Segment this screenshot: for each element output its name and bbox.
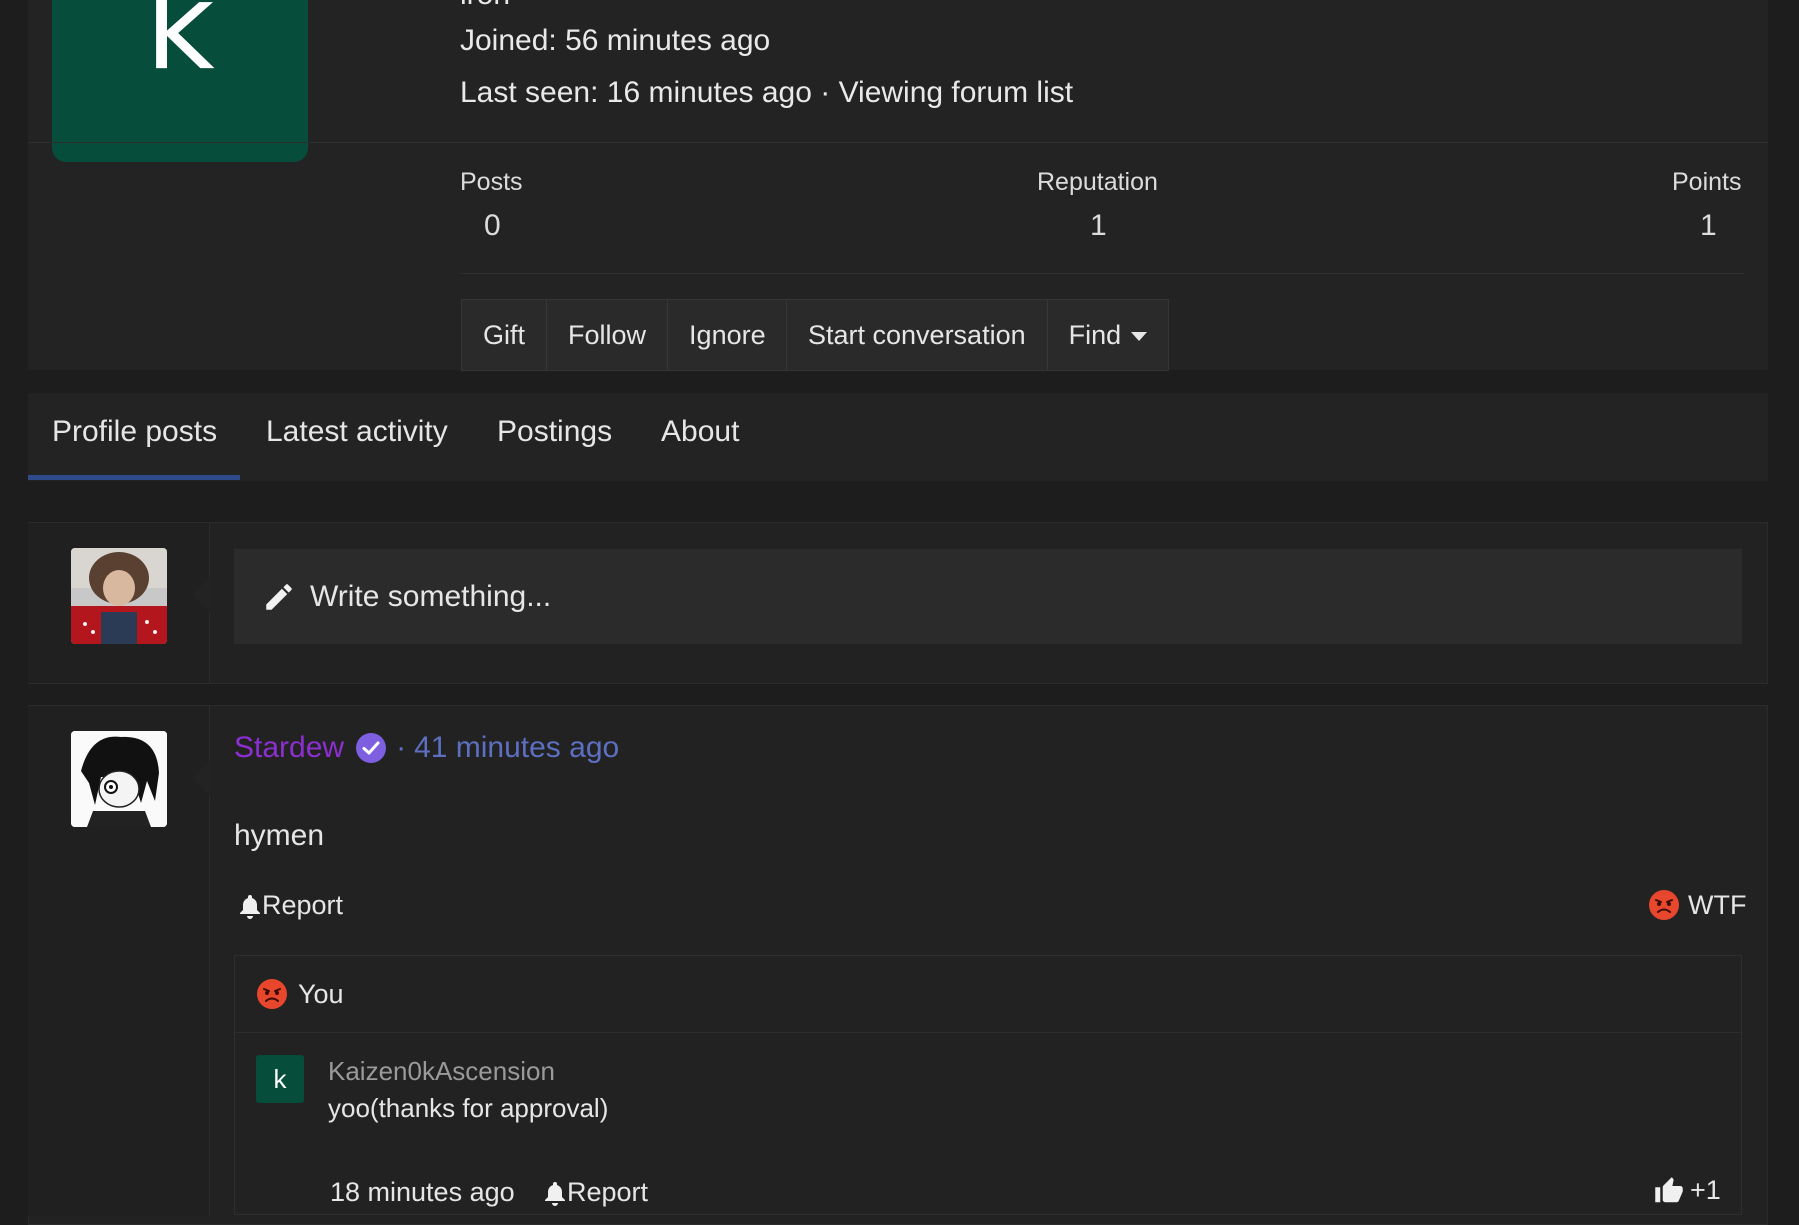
report-label: Report [262, 890, 344, 920]
stat-points-value[interactable]: 1 [1700, 209, 1717, 243]
post-time-link[interactable]: 41 minutes ago [414, 731, 619, 765]
thumbs-up-icon [1655, 1176, 1683, 1202]
profile-avatar[interactable]: k [52, 0, 308, 162]
follow-button[interactable]: Follow [547, 300, 669, 370]
post-reaction-button[interactable]: WTF [1648, 889, 1746, 921]
report-label: Report [567, 1177, 649, 1207]
reaction-label: WTF [1688, 889, 1747, 920]
find-label: Find [1068, 319, 1122, 350]
reaction-list-label: You [298, 978, 344, 1009]
post-author-link[interactable]: Stardew [234, 731, 344, 765]
stat-points-label: Points [1672, 168, 1742, 196]
reaction-list[interactable]: You [256, 978, 344, 1010]
stat-reputation-label: Reputation [1037, 168, 1158, 196]
find-button[interactable]: Find [1048, 300, 1169, 370]
write-something-input[interactable]: Write something... [234, 549, 1742, 644]
comment-like-button[interactable]: +1 [1654, 1175, 1721, 1206]
divider [460, 273, 1744, 274]
avatar-letter: k [145, 0, 215, 97]
post-separator: · [396, 731, 407, 764]
start-conversation-button[interactable]: Start conversation [787, 300, 1048, 370]
user-photo [71, 548, 167, 644]
reaction-list-bar[interactable] [234, 955, 1742, 1033]
like-count: +1 [1690, 1175, 1721, 1205]
composer-arrow [192, 577, 210, 613]
last-seen-info: Last seen: 16 minutes ago · Viewing foru… [460, 76, 1073, 110]
chevron-down-icon [1131, 332, 1148, 341]
comment-time-link[interactable]: 18 minutes ago [330, 1177, 515, 1208]
comment-report-link[interactable]: Report [543, 1177, 648, 1208]
profile-actions-group: Gift Follow Ignore [461, 299, 788, 371]
tab-postings[interactable]: Postings [497, 415, 612, 449]
post-message: hymen [234, 819, 325, 852]
joined-info: Joined: 56 minutes ago [460, 24, 771, 57]
divider [28, 142, 1768, 143]
post-arrow [192, 760, 210, 796]
author-drawing [71, 731, 167, 827]
verified-badge-icon [356, 733, 387, 763]
profile-actions-group-2: Start conversation Find [786, 299, 1170, 371]
write-something-placeholder: Write something... [310, 579, 552, 613]
tab-about[interactable]: About [661, 415, 739, 449]
current-user-avatar[interactable] [71, 548, 167, 644]
pencil-icon [266, 583, 292, 610]
comment-text: yoo(thanks for approval) [328, 1093, 609, 1123]
profile-cut-text: iron [460, 0, 510, 12]
post-author-avatar[interactable] [71, 731, 167, 827]
active-tab-indicator [28, 475, 240, 480]
post-report-link[interactable]: Report [238, 890, 343, 921]
comment-author-link[interactable]: Kaizen0kAscension [328, 1056, 555, 1087]
comment-author-avatar[interactable]: k [256, 1055, 304, 1103]
post-header: Stardew · 41 minutes ago [234, 731, 619, 765]
stat-posts-value[interactable]: 0 [484, 209, 501, 243]
ignore-button[interactable]: Ignore [668, 300, 787, 370]
angry-face-icon [257, 979, 287, 1009]
tab-profile-posts[interactable]: Profile posts [52, 415, 217, 449]
stat-posts-label: Posts [460, 168, 523, 196]
last-seen-time: Last seen: 16 minutes ago · [460, 76, 839, 109]
stat-reputation-value[interactable]: 1 [1090, 209, 1107, 243]
angry-face-icon [1649, 890, 1679, 920]
avatar-letter: k [273, 1063, 287, 1094]
bell-icon [240, 894, 260, 919]
gift-button[interactable]: Gift [462, 300, 548, 370]
bell-icon [545, 1181, 565, 1206]
last-seen-activity-link[interactable]: Viewing forum list [839, 76, 1074, 109]
tab-latest-activity[interactable]: Latest activity [266, 415, 448, 449]
